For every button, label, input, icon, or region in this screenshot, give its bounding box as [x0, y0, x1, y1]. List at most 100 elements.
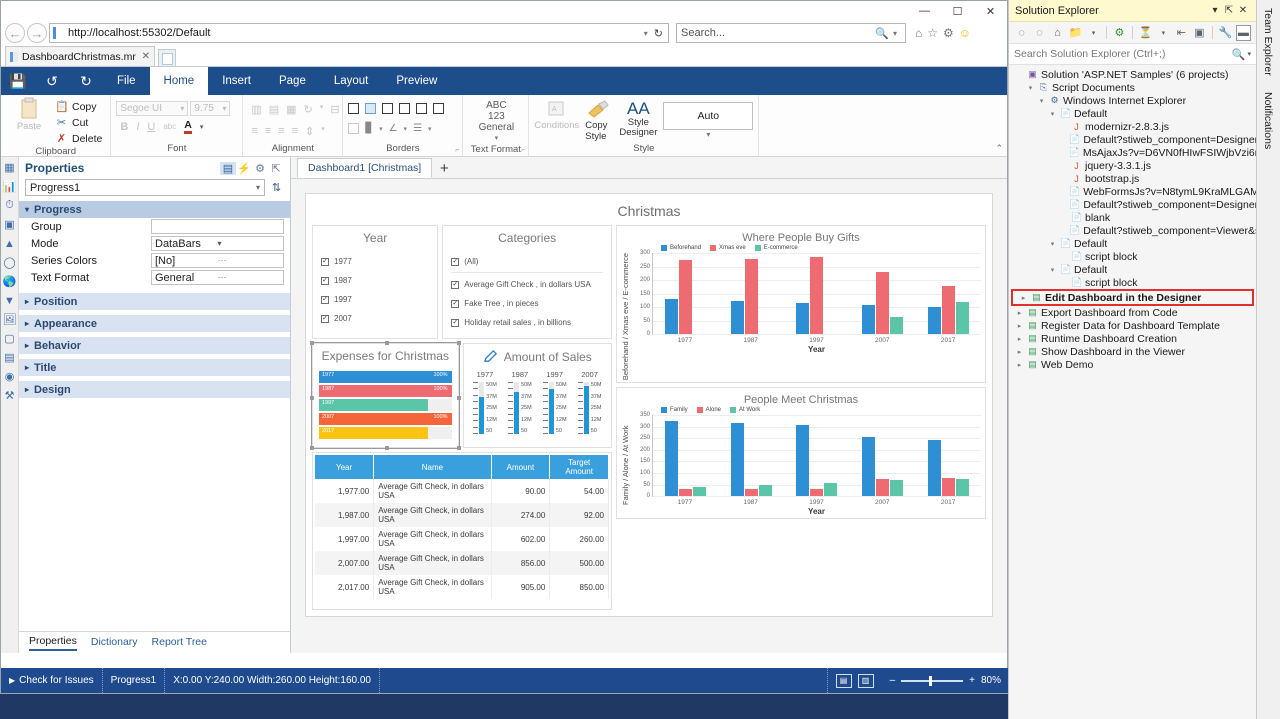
home-icon[interactable]: ⌂ [915, 26, 922, 40]
tree-node[interactable]: ▸ ▤ Show Dashboard in the Viewer [1009, 345, 1256, 358]
gauge-tool-icon[interactable]: ⏱ [3, 199, 17, 212]
tree-node[interactable]: ▣ Solution 'ASP.NET Samples' (6 projects) [1009, 68, 1256, 81]
chevron-right-icon[interactable]: ▸ [1015, 309, 1024, 317]
ribbon-tab-home[interactable]: Home [149, 67, 209, 95]
delete-button[interactable]: ✗ Delete [52, 131, 105, 146]
refresh-icon[interactable]: ⏳ [1138, 25, 1153, 41]
progress-tool-icon[interactable]: ▲ [3, 237, 17, 250]
chevron-down-icon[interactable]: ▾ [1026, 84, 1035, 92]
font-color-button[interactable]: A [184, 119, 192, 134]
italic-button[interactable]: I [136, 121, 139, 133]
favorites-icon[interactable]: ☆ [927, 26, 938, 40]
paste-button[interactable]: Paste [6, 97, 52, 132]
ribbon-collapse-icon[interactable]: ⌃ [995, 143, 1003, 154]
table-row[interactable]: 1,977.00 Average Gift Check, in dollars U… [315, 479, 609, 503]
font-color-chevron-icon[interactable]: ▾ [200, 123, 204, 131]
refresh-icon[interactable]: ↻ [652, 27, 665, 40]
home-icon[interactable]: ⌂ [1050, 25, 1065, 41]
tree-node[interactable]: Jmodernizr-2.8.3.js [1009, 120, 1256, 133]
borders-dialog-launcher[interactable]: ⌐ [455, 147, 459, 154]
chevron-down-icon[interactable]: ▾ [640, 29, 652, 38]
property-group-behavior[interactable]: ▸ Behavior [19, 336, 290, 354]
pending-changes-icon[interactable]: 📁 [1068, 25, 1083, 41]
chevron-down-icon[interactable]: ▾ [1245, 50, 1251, 58]
pie-tool-icon[interactable]: ◯ [3, 256, 17, 269]
pin-icon[interactable]: ⇱ [268, 162, 284, 175]
list-item[interactable]: ✓ 1987 [321, 271, 429, 290]
chart-tool-icon[interactable]: 📊 [3, 180, 17, 193]
wrap-text-icon[interactable]: ⊟ [330, 103, 339, 116]
maximize-icon[interactable]: ☐ [941, 1, 974, 21]
canvas-scroll[interactable]: Christmas Year ✓ 1977 ✓ 1987 ✓ 1997 ✓ 20… [291, 179, 1007, 653]
shape-tool-icon[interactable]: ◉ [3, 370, 17, 383]
textformat-dialog-launcher[interactable]: ⌐ [521, 147, 525, 154]
border-bottom-icon[interactable] [433, 103, 445, 114]
border-right-icon[interactable] [416, 103, 428, 114]
checkbox-checked-icon[interactable]: ✓ [451, 318, 460, 327]
list-item-all[interactable]: ✓ (All) [451, 252, 603, 271]
ellipsis-icon[interactable]: ⋯ [218, 255, 281, 266]
tree-node[interactable]: ▾ 📄 Default [1009, 263, 1256, 276]
preview-icon[interactable]: ▬ [1235, 24, 1251, 41]
table-row[interactable]: 1,987.00 Average Gift Check, in dollars U… [315, 503, 609, 527]
tree-node[interactable]: 📄 script block [1009, 250, 1256, 263]
tree-node[interactable]: ▸ ▤ Export Dashboard from Code [1009, 306, 1256, 319]
tree-node[interactable]: 📄Default?stiweb_component=Viewer&stiweb_… [1009, 224, 1256, 237]
chevron-right-icon[interactable]: ▸ [1019, 294, 1028, 302]
border-top-icon[interactable] [399, 103, 411, 114]
list-item[interactable]: ✓ Holiday retail sales , in billions [451, 313, 603, 332]
style-designer-button[interactable]: AA Style Designer [619, 100, 657, 138]
categorized-icon[interactable]: ▤ [220, 161, 236, 175]
copy-button[interactable]: 📋 Copy [52, 99, 105, 114]
border-color-icon[interactable]: ∠ [389, 123, 398, 134]
address-bar[interactable]: http://localhost:55302/Default ▾ ↻ [49, 23, 669, 43]
ribbon-tab-page[interactable]: Page [265, 67, 320, 95]
border-style-icon[interactable]: ☰ [413, 123, 422, 134]
tree-node[interactable]: ▸ ▤ Edit Dashboard in the Designer [1013, 291, 1252, 304]
font-family-input[interactable]: Segoe UI ▾ [116, 101, 189, 116]
tree-node[interactable]: 📄 script block [1009, 276, 1256, 289]
property-value-ellipsis[interactable]: General ⋯ [151, 270, 284, 285]
style-auto-combo[interactable]: Auto [663, 102, 754, 130]
chevron-right-icon[interactable]: ▸ [1015, 322, 1024, 330]
chevron-right-icon[interactable]: ▸ [1015, 335, 1024, 343]
collapse-all-icon[interactable]: ⇤ [1174, 25, 1189, 41]
tree-node[interactable]: 📄Default?stiweb_component=Designer&stiwe… [1009, 198, 1256, 211]
border-box-icon[interactable] [365, 103, 377, 114]
chevron-down-icon[interactable]: ▾ [1208, 5, 1222, 16]
image-tool-icon[interactable]: 🖼 [3, 313, 17, 326]
property-group-appearance[interactable]: ▸ Appearance [19, 314, 290, 332]
list-item[interactable]: ✓ 1997 [321, 290, 429, 309]
property-group-design[interactable]: ▸ Design [19, 380, 290, 398]
close-icon[interactable]: ✕ [1236, 5, 1250, 16]
checkbox-checked-icon[interactable]: ✓ [321, 295, 329, 304]
events-icon[interactable]: ⚡ [236, 162, 252, 175]
ribbon-tab-layout[interactable]: Layout [320, 67, 383, 95]
tree-node[interactable]: ▾ 📄 Default [1009, 237, 1256, 250]
checkbox-checked-icon[interactable]: ✓ [451, 257, 460, 266]
align-bottom-icon[interactable]: ▦ [286, 103, 296, 116]
table-row[interactable]: 1,997.00 Average Gift Check, in dollars U… [315, 527, 609, 551]
property-value-input[interactable] [151, 219, 284, 234]
back-icon[interactable]: ◌ [1014, 25, 1029, 41]
object-selector-combo[interactable]: Progress1 ▾ [25, 179, 265, 196]
list-item[interactable]: ✓ Fake Tree , in pieces [451, 294, 603, 313]
indicator-tool-icon[interactable]: ▣ [3, 218, 17, 231]
solution-explorer-tree[interactable]: ▣ Solution 'ASP.NET Samples' (6 projects)… [1009, 65, 1256, 719]
close-tab-icon[interactable]: ✕ [142, 51, 150, 62]
redo-icon[interactable]: ↻ [69, 67, 103, 95]
column-header-year[interactable]: Year [315, 455, 375, 479]
tree-node[interactable]: ▸ ▤ Web Demo [1009, 358, 1256, 371]
font-size-input[interactable]: 9.75 ▾ [190, 101, 231, 116]
tab-dictionary[interactable]: Dictionary [91, 636, 138, 650]
search-icon[interactable]: 🔍 [1232, 48, 1246, 61]
text-format-button[interactable]: ABC 123 General ▾ [468, 97, 524, 144]
border-none-icon[interactable] [348, 123, 360, 134]
pin-icon[interactable]: ⇱ [1222, 5, 1236, 16]
close-icon[interactable]: ✕ [974, 1, 1007, 21]
chevron-down-icon[interactable]: ▾ [218, 239, 281, 248]
ribbon-tab-preview[interactable]: Preview [382, 67, 451, 95]
tree-node[interactable]: 📄 blank [1009, 211, 1256, 224]
list-item[interactable]: ✓ 1977 [321, 252, 429, 271]
tools-icon[interactable]: ⚒ [3, 389, 17, 402]
